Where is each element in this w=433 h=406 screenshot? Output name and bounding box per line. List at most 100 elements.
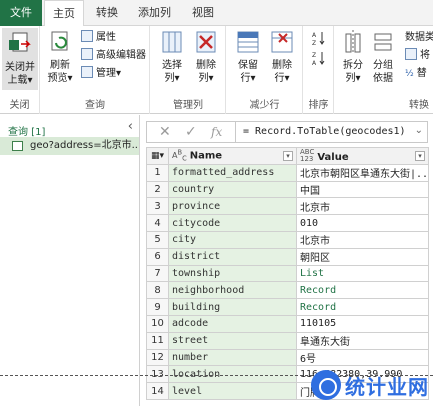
remove-rows-icon xyxy=(269,28,295,56)
value-cell[interactable]: 朝阳区 xyxy=(296,247,429,266)
tab-home[interactable]: 主页 xyxy=(44,0,84,27)
tab-add-column[interactable]: 添加列 xyxy=(130,0,179,26)
name-cell[interactable]: city xyxy=(168,230,297,249)
refresh-preview-button[interactable]: 刷新 预览▾ xyxy=(45,28,75,85)
table-row[interactable]: 2 country 中国 xyxy=(146,180,429,199)
tab-transform[interactable]: 转换 xyxy=(88,0,126,26)
value-cell[interactable]: 北京市 xyxy=(296,230,429,249)
formula-bar: ✕ ✓ fx = Record.ToTable(geocodes1) ⌄ xyxy=(146,121,428,143)
replace-values-button[interactable]: ½替 xyxy=(405,66,427,82)
sort-ascending-button[interactable]: AZ xyxy=(312,30,326,47)
refresh-icon xyxy=(47,28,73,56)
table-row[interactable]: 5 city 北京市 xyxy=(146,230,429,249)
value-cell[interactable]: 北京市朝阳区阜通东大街|... xyxy=(296,163,429,182)
split-column-button[interactable]: 拆分 列▾ xyxy=(339,28,367,85)
function-icon[interactable]: fx xyxy=(211,125,222,139)
record-link[interactable]: Record xyxy=(296,298,429,316)
header-row: ▦▾ ABC Name ▾ ABC 123 Value ▾ xyxy=(146,147,429,165)
name-cell[interactable]: country xyxy=(168,180,297,199)
group-sort: AZ ZA 排序 xyxy=(304,26,334,114)
group-by-button[interactable]: 分组 依据 xyxy=(369,28,397,85)
sort-descending-icon: ZA xyxy=(312,52,325,67)
table-row[interactable]: 3 province 北京市 xyxy=(146,197,429,216)
row-number: 11 xyxy=(146,331,169,350)
name-cell[interactable]: number xyxy=(168,348,297,367)
group-label-transform: 转换 xyxy=(409,100,429,111)
name-cell[interactable]: neighborhood xyxy=(168,281,297,300)
svg-text:A: A xyxy=(312,32,317,39)
value-cell[interactable]: 北京市 xyxy=(296,197,429,216)
data-type-button[interactable]: 数据类 xyxy=(405,30,433,46)
close-and-load-button[interactable]: 关闭并 上载▾ xyxy=(2,28,38,90)
value-cell[interactable]: 阜通东大街 xyxy=(296,331,429,350)
column-header-name[interactable]: ABC Name ▾ xyxy=(168,147,297,165)
tab-file[interactable]: 文件 xyxy=(0,0,42,26)
formula-divider xyxy=(235,122,236,142)
row-number: 8 xyxy=(146,281,169,300)
name-cell[interactable]: province xyxy=(168,197,297,216)
table-row[interactable]: 4 citycode 010 xyxy=(146,214,429,232)
table-menu-icon[interactable]: ▦▾ xyxy=(146,147,169,165)
use-first-row-button[interactable]: 将 xyxy=(405,48,430,64)
choose-columns-icon xyxy=(159,28,185,56)
sort-descending-button[interactable]: ZA xyxy=(312,50,326,67)
properties-button[interactable]: 属性 xyxy=(81,30,116,46)
remove-columns-button[interactable]: 删除 列▾ xyxy=(191,28,221,85)
table-row[interactable]: 1 formatted_address 北京市朝阳区阜通东大街|... xyxy=(146,163,429,182)
table-row[interactable]: 6 district 朝阳区 xyxy=(146,247,429,266)
table-row[interactable]: 11 street 阜通东大街 xyxy=(146,331,429,350)
tab-view[interactable]: 视图 xyxy=(184,0,222,26)
list-link[interactable]: List xyxy=(296,264,429,283)
replace-icon: ½ xyxy=(405,69,414,79)
expand-formula-icon[interactable]: ⌄ xyxy=(415,125,423,136)
row-number: 7 xyxy=(146,264,169,283)
filter-dropdown-icon[interactable]: ▾ xyxy=(283,151,293,161)
formula-input[interactable]: = Record.ToTable(geocodes1) xyxy=(243,126,406,137)
advanced-editor-button[interactable]: 高级编辑器 xyxy=(81,48,146,64)
watermark: 统计业网 xyxy=(311,370,429,400)
remove-rows-button[interactable]: 删除 行▾ xyxy=(267,28,297,85)
value-cell[interactable]: 6号 xyxy=(296,348,429,367)
table-row[interactable]: 12 number 6号 xyxy=(146,348,429,367)
query-item-geo[interactable]: geo?address=北京市... xyxy=(0,137,139,155)
name-cell[interactable]: district xyxy=(168,247,297,266)
collapse-pane-icon[interactable]: ‹ xyxy=(128,119,133,134)
name-cell[interactable]: level xyxy=(168,382,297,400)
name-cell[interactable]: building xyxy=(168,298,297,316)
table-row[interactable]: 8 neighborhood Record xyxy=(146,281,429,300)
manage-button[interactable]: 管理▾ xyxy=(81,66,121,82)
row-number: 4 xyxy=(146,214,169,232)
group-label-query: 查询 xyxy=(85,100,105,111)
group-label-sort: 排序 xyxy=(308,100,329,111)
value-cell[interactable]: 010 xyxy=(296,214,429,232)
table-row[interactable]: 9 building Record xyxy=(146,298,429,316)
confirm-icon[interactable]: ✓ xyxy=(185,124,197,140)
name-cell[interactable]: formatted_address xyxy=(168,163,297,182)
group-by-icon xyxy=(370,28,396,56)
manage-icon xyxy=(81,66,93,78)
group-label-reduce-rows: 减少行 xyxy=(249,100,280,111)
cancel-icon[interactable]: ✕ xyxy=(159,124,171,140)
group-manage-columns: 选择 列▾ 删除 列▾ 管理列 xyxy=(151,26,226,114)
filter-dropdown-icon[interactable]: ▾ xyxy=(415,151,425,161)
row-number: 2 xyxy=(146,180,169,199)
name-cell[interactable]: adcode xyxy=(168,314,297,333)
row-number: 9 xyxy=(146,298,169,316)
queries-count-label[interactable]: 查询 [1] xyxy=(8,123,45,138)
keep-rows-button[interactable]: 保留 行▾ xyxy=(233,28,263,85)
column-header-value[interactable]: ABC 123 Value ▾ xyxy=(296,147,429,165)
table-row[interactable]: 7 township List xyxy=(146,264,429,283)
row-number: 14 xyxy=(146,382,169,400)
name-cell[interactable]: citycode xyxy=(168,214,297,232)
value-cell[interactable]: 110105 xyxy=(296,314,429,333)
advanced-editor-icon xyxy=(81,48,93,60)
value-cell[interactable]: 中国 xyxy=(296,180,429,199)
group-transform: 拆分 列▾ 分组 依据 数据类 将 ½替 转换 xyxy=(335,26,433,114)
name-cell[interactable]: township xyxy=(168,264,297,283)
row-number: 12 xyxy=(146,348,169,367)
record-link[interactable]: Record xyxy=(296,281,429,300)
table-row[interactable]: 10 adcode 110105 xyxy=(146,314,429,333)
choose-columns-button[interactable]: 选择 列▾ xyxy=(157,28,187,85)
table-icon xyxy=(405,48,417,60)
name-cell[interactable]: street xyxy=(168,331,297,350)
